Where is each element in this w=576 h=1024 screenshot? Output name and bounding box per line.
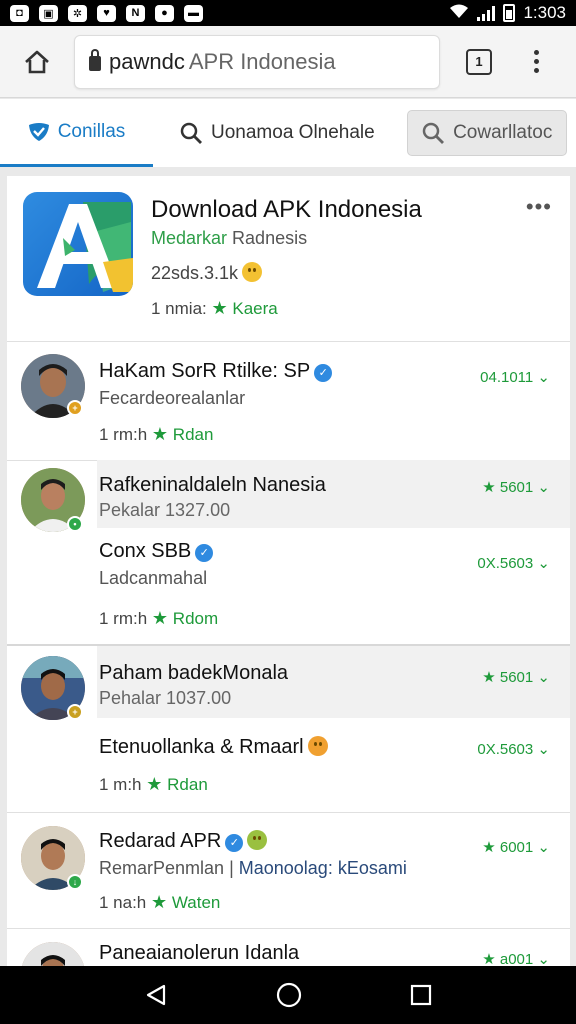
item-subtitle: Ladcanmahal [99,568,208,588]
item-value-dropdown[interactable]: 04.1011 ⌄ [480,368,550,386]
star-icon: ★ [151,892,168,912]
image-icon: ▣ [39,4,58,22]
item-name: Rafkeninaldaleln Nanesia [99,474,326,496]
tab-bar: Conillas Uonamoa Olnehale Cowarllatoc [0,99,576,167]
chevron-down-icon: ⌄ [537,741,550,758]
item-name: Paneaianolerun Idanla [99,942,300,964]
search-icon [180,122,202,144]
chevron-down-icon: ⌄ [537,839,550,856]
item-rating: 1 rm:h ★ Rdan [99,424,214,444]
item-value-dropdown[interactable]: ★ 5601 ⌄ [482,478,550,496]
tab-search-secondary[interactable]: Cowarllatoc [406,110,567,156]
list-item[interactable]: + Paham badekMonala Pehalar 1037.00 ★ 56… [7,646,570,720]
app-header: Download APK Indonesia Medarkar Radnesis… [7,176,570,342]
recents-icon[interactable] [410,984,432,1006]
chevron-down-icon: ⌄ [537,555,550,572]
message-notification-icon: ▬ [184,4,203,22]
star-icon: ★ [482,479,496,496]
smile-emoji-icon [307,736,328,756]
app-meta: 22sds.3.1k [151,262,263,284]
item-subtitle: Pehalar 1037.00 [99,688,232,708]
item-value-dropdown[interactable]: ★ a001 ⌄ [482,950,550,966]
clock: 1:303 [523,3,566,22]
star-icon: ★ [151,424,169,444]
download-notification-icon: ● [155,4,174,22]
item-value-dropdown[interactable]: ★ 6001 ⌄ [482,838,550,856]
item-rating: 1 m:h ★ Rdan [99,774,208,794]
tab-switcher-button[interactable]: 1 [466,48,492,75]
chevron-down-icon: ⌄ [537,479,550,496]
item-name: HaKam SorR Rtilke: SP ✓ [99,360,333,383]
chevron-down-icon: ⌄ [537,369,550,386]
app-developer[interactable]: Medarkar Radnesis [151,228,307,249]
tab-conillas[interactable]: Conillas [0,99,153,167]
verified-icon: ✓ [225,834,244,852]
url-path: APR Indonesia [188,48,336,74]
star-icon: ★ [482,669,496,686]
item-value-dropdown[interactable]: ★ 5601 ⌄ [482,668,550,686]
url-bar[interactable]: pawndc APR Indonesia [74,34,440,89]
system-nav-bar [0,966,576,1024]
chevron-down-icon: ⌄ [537,669,550,686]
content-card: Download APK Indonesia Medarkar Radnesis… [7,176,570,966]
status-badge: ↓ [67,874,83,890]
smile-emoji-icon [242,262,263,282]
app-title: Download APK Indonesia [151,196,422,223]
avatar [21,942,85,966]
star-icon: ★ [482,839,496,856]
item-name: Conx SBB ✓ [99,540,214,563]
item-value-dropdown[interactable]: 0X.5603 ⌄ [477,740,550,758]
home-icon [25,50,49,73]
status-badge: + [67,400,83,416]
item-subtitle: Pekalar 1327.00 [99,500,231,520]
emoji-icon [247,830,268,850]
shield-check-icon [28,122,49,141]
home-circle-icon[interactable] [276,982,302,1008]
chevron-down-icon: ⌄ [537,951,550,966]
signal-icon [477,5,496,21]
list-item[interactable]: Conx SBB ✓ Ladcanmahal 1 rm:h ★ Rdom 0X.5… [7,528,570,644]
settings-notification-icon: ✲ [68,4,87,22]
more-options-icon[interactable]: ••• [526,194,552,220]
overflow-menu-button[interactable] [534,50,539,73]
star-icon: ★ [482,951,496,966]
tab-label: Conillas [57,120,126,142]
home-button[interactable] [0,26,74,98]
app-logo[interactable] [23,192,133,296]
item-subtitle: RemarPenmlan | Maonoolag: kEosami [99,858,407,878]
search-icon [422,122,445,144]
tab-search[interactable]: Uonamoa Olnehale [153,99,375,167]
verified-icon: ✓ [314,364,333,382]
app-rating: 1 nmia: ★ Kaera [151,298,278,318]
item-rating: 1 na:h ★ Waten [99,892,221,912]
item-name: Paham badekMonala [99,662,289,684]
browser-toolbar: pawndc APR Indonesia 1 [0,26,576,98]
tab-label: Uonamoa Olnehale [211,122,375,143]
status-bar: ◘ ▣ ✲ ♥ N ● ▬ 1:303 [0,0,576,26]
star-icon: ★ [211,298,228,318]
list-item[interactable]: • Rafkeninaldaleln Nanesia Pekalar 1327.… [7,460,570,532]
list-item[interactable]: Etenuollanka & Rmaarl 1 m:h ★ Rdan 0X.56… [7,718,570,812]
list-item[interactable]: ↓ Redarad APR ✓ RemarPenmlan | Maonoolag:… [7,812,570,928]
tab-label: Cowarllatoc [453,122,553,143]
list-item[interactable]: Paneaianolerun Idanla ★ a001 ⌄ [7,928,570,966]
url-domain: pawndc [109,48,185,74]
back-icon[interactable] [144,983,168,1007]
wifi-icon [449,3,469,24]
item-value-dropdown[interactable]: 0X.5603 ⌄ [477,554,550,572]
item-name: Redarad APR ✓ [99,830,268,853]
star-icon: ★ [146,774,163,794]
item-rating: 1 rm:h ★ Rdom [99,608,219,628]
notification-icon: ◘ [10,4,29,22]
shield-notification-icon: ♥ [97,4,116,22]
item-name: Etenuollanka & Rmaarl [99,736,328,759]
item-subtitle: Fecardeorealanlar [99,388,246,408]
app-notification-icon: N [126,4,145,22]
list-item[interactable]: + HaKam SorR Rtilke: SP ✓ Fecardeorealanl… [7,342,570,460]
lock-icon [89,49,101,71]
battery-icon [503,4,516,22]
verified-icon: ✓ [195,544,214,562]
star-icon: ★ [151,608,169,628]
